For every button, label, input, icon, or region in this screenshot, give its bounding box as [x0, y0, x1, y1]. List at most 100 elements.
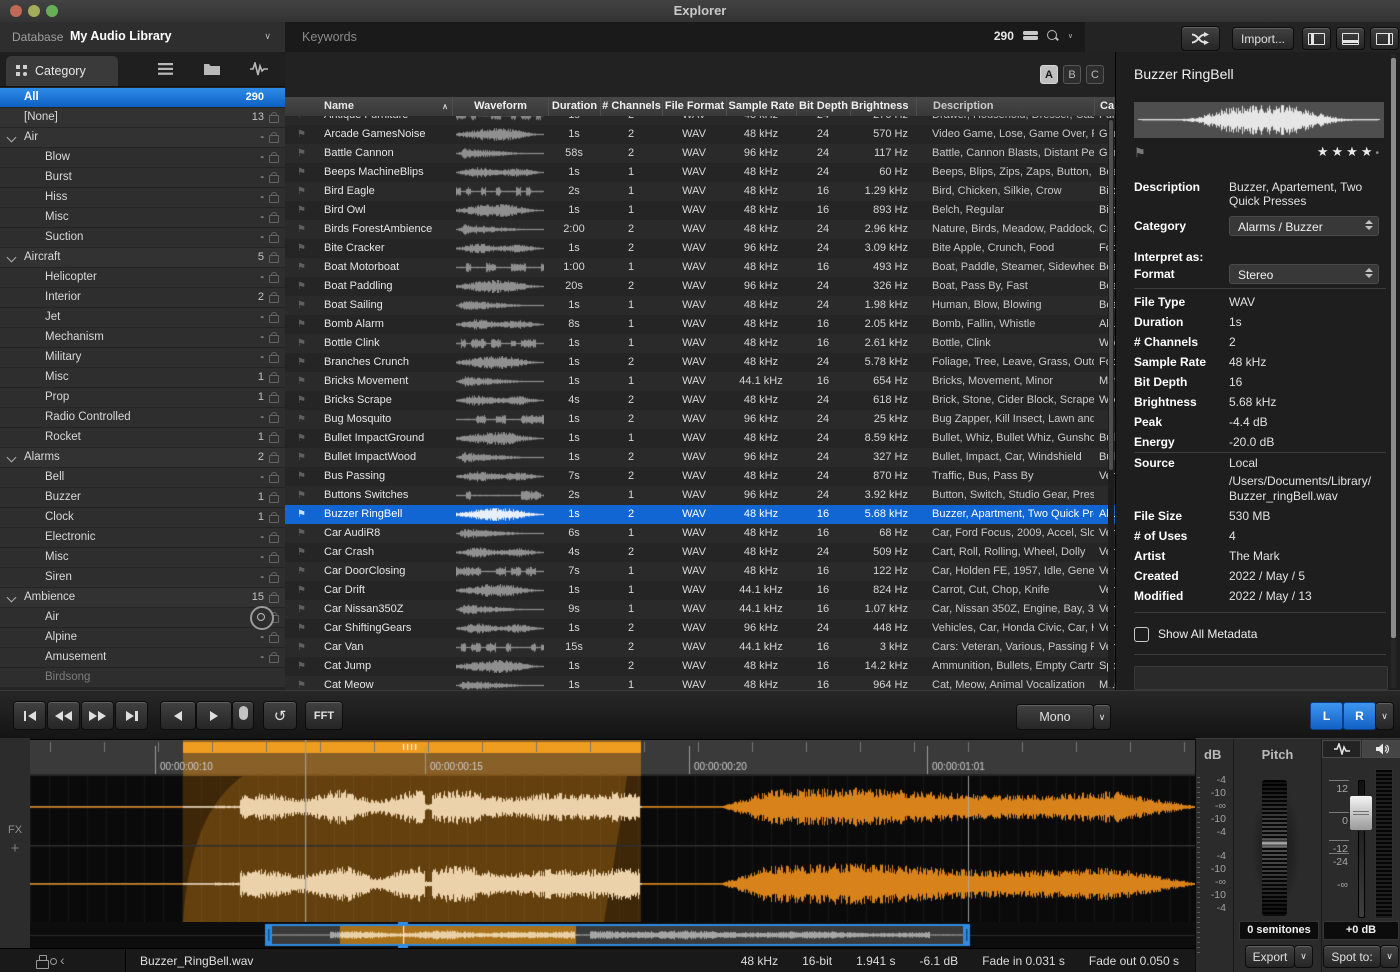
table-row[interactable]: ⚑Antique Furniture1s2WAV48 kHz24270 HzDr…: [285, 116, 1115, 125]
table-row[interactable]: ⚑Car DoorClosing7s1WAV48 kHz16122 HzCar,…: [285, 562, 1115, 581]
play-toggle-handle[interactable]: [232, 701, 254, 730]
sidebar-item-clock[interactable]: Clock1: [0, 508, 285, 527]
column-header-sample-rate[interactable]: Sample Rate: [726, 97, 796, 116]
detail-comment-box[interactable]: [1134, 666, 1388, 690]
tab-speaker-mode[interactable]: [1362, 740, 1400, 758]
sidebar-item-radio-controlled[interactable]: Radio Controlled-: [0, 408, 285, 427]
source-path[interactable]: /Users/Documents/Library/ Buzzer_ringBel…: [1229, 474, 1389, 504]
add-fx-button[interactable]: +: [0, 840, 30, 857]
waveform-overview-strip[interactable]: [30, 922, 1195, 948]
description-value[interactable]: Buzzer, Apartement, Two Quick Presses: [1229, 180, 1379, 208]
table-row[interactable]: ⚑Cat Meow1s1WAV48 kHz16964 HzCat, Meow, …: [285, 676, 1115, 690]
category-select[interactable]: Alarms / Buzzer: [1229, 216, 1379, 236]
show-all-metadata-checkbox[interactable]: [1134, 627, 1149, 642]
star-icon[interactable]: ★: [1346, 144, 1361, 159]
play-reverse-button[interactable]: [160, 701, 196, 730]
tab-category[interactable]: Category: [6, 56, 118, 86]
table-row[interactable]: ⚑Cat Jump1s2WAV48 kHz1614.2 kHzAmmunitio…: [285, 657, 1115, 676]
tab-waveform-view[interactable]: [239, 60, 279, 78]
sidebar-item-alpine[interactable]: Alpine-: [0, 628, 285, 647]
table-row[interactable]: ⚑Branches Crunch1s2WAV48 kHz245.78 kHzFo…: [285, 353, 1115, 372]
spot-to-button[interactable]: Spot to:: [1323, 945, 1381, 968]
channel-chevron[interactable]: ∨: [1375, 702, 1394, 730]
channel-mode-select[interactable]: Mono: [1016, 704, 1094, 730]
volume-value[interactable]: +0 dB: [1323, 921, 1399, 940]
table-row[interactable]: ⚑Car Nissan350Z9s1WAV44.1 kHz161.07 kHzC…: [285, 600, 1115, 619]
sidebar-item-air[interactable]: Air3: [0, 608, 285, 627]
table-row[interactable]: ⚑Bus Passing7s2WAV48 kHz24870 HzTraffic,…: [285, 467, 1115, 486]
table-row[interactable]: ⚑Bullet ImpactWood1s2WAV96 kHz24327 HzBu…: [285, 448, 1115, 467]
table-row[interactable]: ⚑Car AudiR86s1WAV48 kHz1668 HzCar, Ford …: [285, 524, 1115, 543]
sidebar-item-suction[interactable]: Suction-: [0, 228, 285, 247]
column-header-description[interactable]: Description: [916, 97, 1094, 116]
sidebar-item-amusement[interactable]: Amusement-: [0, 648, 285, 667]
toggle-bottom-panel-button[interactable]: [1336, 27, 1365, 50]
tab-waveform-mode[interactable]: [1322, 740, 1361, 758]
sidebar-item-helicopter[interactable]: Helicopter-: [0, 268, 285, 287]
sidebar-item-misc[interactable]: Misc1: [0, 368, 285, 387]
table-row[interactable]: ⚑Arcade GamesNoise1s2WAV48 kHz24570 HzVi…: [285, 125, 1115, 144]
channel-mode-chevron[interactable]: ∨: [1093, 704, 1111, 730]
collapse-chevron-icon[interactable]: ‹: [60, 952, 65, 968]
sidebar-item-all[interactable]: All290: [0, 88, 285, 107]
blocks-icon[interactable]: [36, 954, 56, 968]
import-button[interactable]: Import...: [1232, 27, 1294, 50]
sidebar-item-misc[interactable]: Misc-: [0, 208, 285, 227]
skip-to-end-button[interactable]: [115, 701, 148, 730]
star-icon[interactable]: ★: [1361, 144, 1376, 159]
fft-button[interactable]: FFT: [305, 701, 343, 730]
layer-button-c[interactable]: C: [1086, 65, 1104, 84]
table-row[interactable]: ⚑Car Crash4s2WAV48 kHz24509 HzCart, Roll…: [285, 543, 1115, 562]
table-row[interactable]: ⚑Buzzer RingBell1s2WAV48 kHz165.68 kHzBu…: [285, 505, 1115, 524]
shuffle-button[interactable]: [1181, 26, 1220, 51]
format-select[interactable]: Stereo: [1229, 264, 1379, 284]
chevron-down-icon[interactable]: ∨: [1068, 32, 1073, 40]
sidebar-item-prop[interactable]: Prop1: [0, 388, 285, 407]
left-channel-button[interactable]: L: [1310, 702, 1343, 730]
fast-forward-button[interactable]: [81, 701, 114, 730]
column-header-duration[interactable]: Duration: [548, 97, 600, 116]
export-chevron[interactable]: ∨: [1294, 945, 1313, 968]
table-row[interactable]: ⚑Boat Sailing1s1WAV48 kHz241.98 kHzHuman…: [285, 296, 1115, 315]
sidebar-item-burst[interactable]: Burst-: [0, 168, 285, 187]
layer-button-b[interactable]: B: [1063, 65, 1081, 84]
table-row[interactable]: ⚑Bullet ImpactGround1s1WAV48 kHz248.59 k…: [285, 429, 1115, 448]
sidebar-item-jet[interactable]: Jet-: [0, 308, 285, 327]
layer-button-a[interactable]: A: [1040, 65, 1058, 84]
flag-icon[interactable]: ⚑: [1134, 145, 1146, 160]
star-empty-icon[interactable]: •: [1375, 148, 1382, 159]
toggle-right-panel-button[interactable]: [1370, 27, 1399, 50]
column-header-brightness[interactable]: Brightness: [850, 97, 916, 116]
column-header-name[interactable]: Name∧: [318, 97, 452, 116]
table-row[interactable]: ⚑Bricks Movement1s1WAV44.1 kHz16654 HzBr…: [285, 372, 1115, 391]
table-row[interactable]: ⚑Car Drift1s1WAV44.1 kHz16824 HzCarrot, …: [285, 581, 1115, 600]
table-row[interactable]: ⚑Car ShiftingGears1s2WAV96 kHz24448 HzVe…: [285, 619, 1115, 638]
column-header-file-format[interactable]: File Format: [662, 97, 726, 116]
sidebar-item-hiss[interactable]: Hiss-: [0, 188, 285, 207]
sidebar-item-blow[interactable]: Blow-: [0, 148, 285, 167]
table-row[interactable]: ⚑Bite Cracker1s2WAV96 kHz243.09 kHzBite …: [285, 239, 1115, 258]
table-row[interactable]: ⚑Bricks Scrape4s2WAV48 kHz24618 HzBrick,…: [285, 391, 1115, 410]
sidebar-item-military[interactable]: Military-: [0, 348, 285, 367]
column-header-ca[interactable]: Ca: [1094, 97, 1115, 116]
table-row[interactable]: ⚑Birds ForestAmbience2:002WAV48 kHz242.9…: [285, 220, 1115, 239]
star-icon[interactable]: ★: [1332, 144, 1347, 159]
tab-list-view[interactable]: [145, 60, 185, 78]
search-icon[interactable]: [1047, 30, 1059, 42]
sidebar-item-mechanism[interactable]: Mechanism-: [0, 328, 285, 347]
column-header-bit-depth[interactable]: Bit Depth: [796, 97, 850, 116]
column-header--channels[interactable]: # Channels: [600, 97, 662, 116]
table-row[interactable]: ⚑Bug Mosquito1s2WAV96 kHz2425 kHzBug Zap…: [285, 410, 1115, 429]
rewind-button[interactable]: [47, 701, 80, 730]
table-row[interactable]: ⚑Bomb Alarm8s1WAV48 kHz162.05 kHzBomb, F…: [285, 315, 1115, 334]
table-row[interactable]: ⚑Bird Eagle2s1WAV48 kHz161.29 kHzBird, C…: [285, 182, 1115, 201]
sidebar-item--none-[interactable]: [None]13: [0, 108, 285, 127]
table-row[interactable]: ⚑Car Van15s2WAV44.1 kHz163 kHzCars: Vete…: [285, 638, 1115, 657]
spot-to-chevron[interactable]: ∨: [1380, 945, 1399, 968]
play-button[interactable]: [196, 701, 232, 730]
table-row[interactable]: ⚑Bottle Clink1s1WAV48 kHz162.61 kHzBottl…: [285, 334, 1115, 353]
sidebar-item-air[interactable]: Air-: [0, 128, 285, 147]
toggle-left-panel-button[interactable]: [1302, 27, 1331, 50]
rating-stars[interactable]: ★★★★•: [1317, 144, 1382, 160]
star-icon[interactable]: ★: [1317, 144, 1332, 159]
